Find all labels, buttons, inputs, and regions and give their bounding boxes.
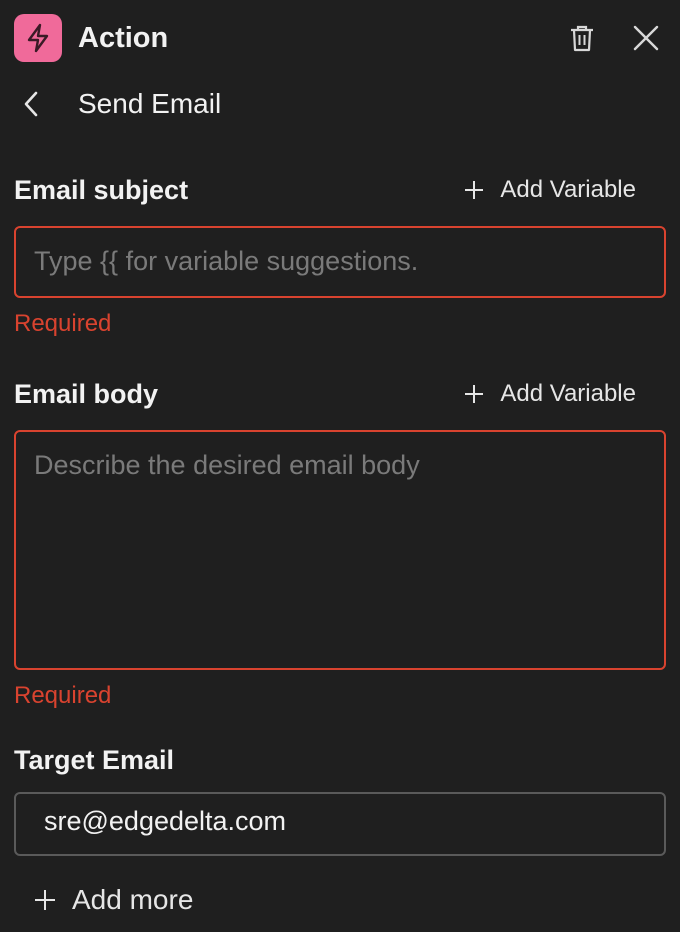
plus-icon [35,890,55,910]
sub-title: Send Email [78,88,222,119]
target-email-value: sre@edgedelta.com [44,806,287,836]
trash-icon [571,25,593,52]
email-subject-label: Email subject [14,174,189,205]
email-body-textarea[interactable]: Describe the desired email body [14,430,666,670]
email-subject-input[interactable]: Type {{ for variable suggestions. [14,226,666,298]
plus-icon [465,181,484,199]
email-body-label: Email body [14,378,159,409]
chevron-left-icon [24,91,38,117]
email-subject-label-row: Email subject Add Variable [14,172,636,208]
close-icon [633,25,659,51]
panel-header: Action [14,14,660,62]
add-more-button[interactable]: Add more [34,884,193,916]
lightning-icon [14,14,62,62]
delete-button[interactable] [562,18,602,58]
target-email-input[interactable]: sre@edgedelta.com [14,792,666,856]
sub-header: Send Email [22,84,221,124]
add-more-label: Add more [72,884,194,915]
add-variable-label: Add Variable [500,380,636,407]
back-button[interactable] [22,84,56,124]
close-button[interactable] [626,18,666,58]
add-variable-label: Add Variable [500,176,636,203]
email-body-add-variable-button[interactable]: Add Variable [464,380,636,408]
target-email-label: Target Email [14,744,175,775]
email-body-label-row: Email body Add Variable [14,376,636,412]
email-subject-error: Required [14,310,112,337]
panel-title: Action [78,21,169,54]
email-body-error: Required [14,682,112,709]
email-subject-placeholder: Type {{ for variable suggestions. [34,246,419,276]
target-email-label-row: Target Email [14,742,636,778]
action-panel: Action Send Email Email subject Add Vari… [0,0,680,932]
email-subject-add-variable-button[interactable]: Add Variable [464,176,636,204]
email-body-placeholder: Describe the desired email body [34,450,420,480]
plus-icon [465,385,484,403]
